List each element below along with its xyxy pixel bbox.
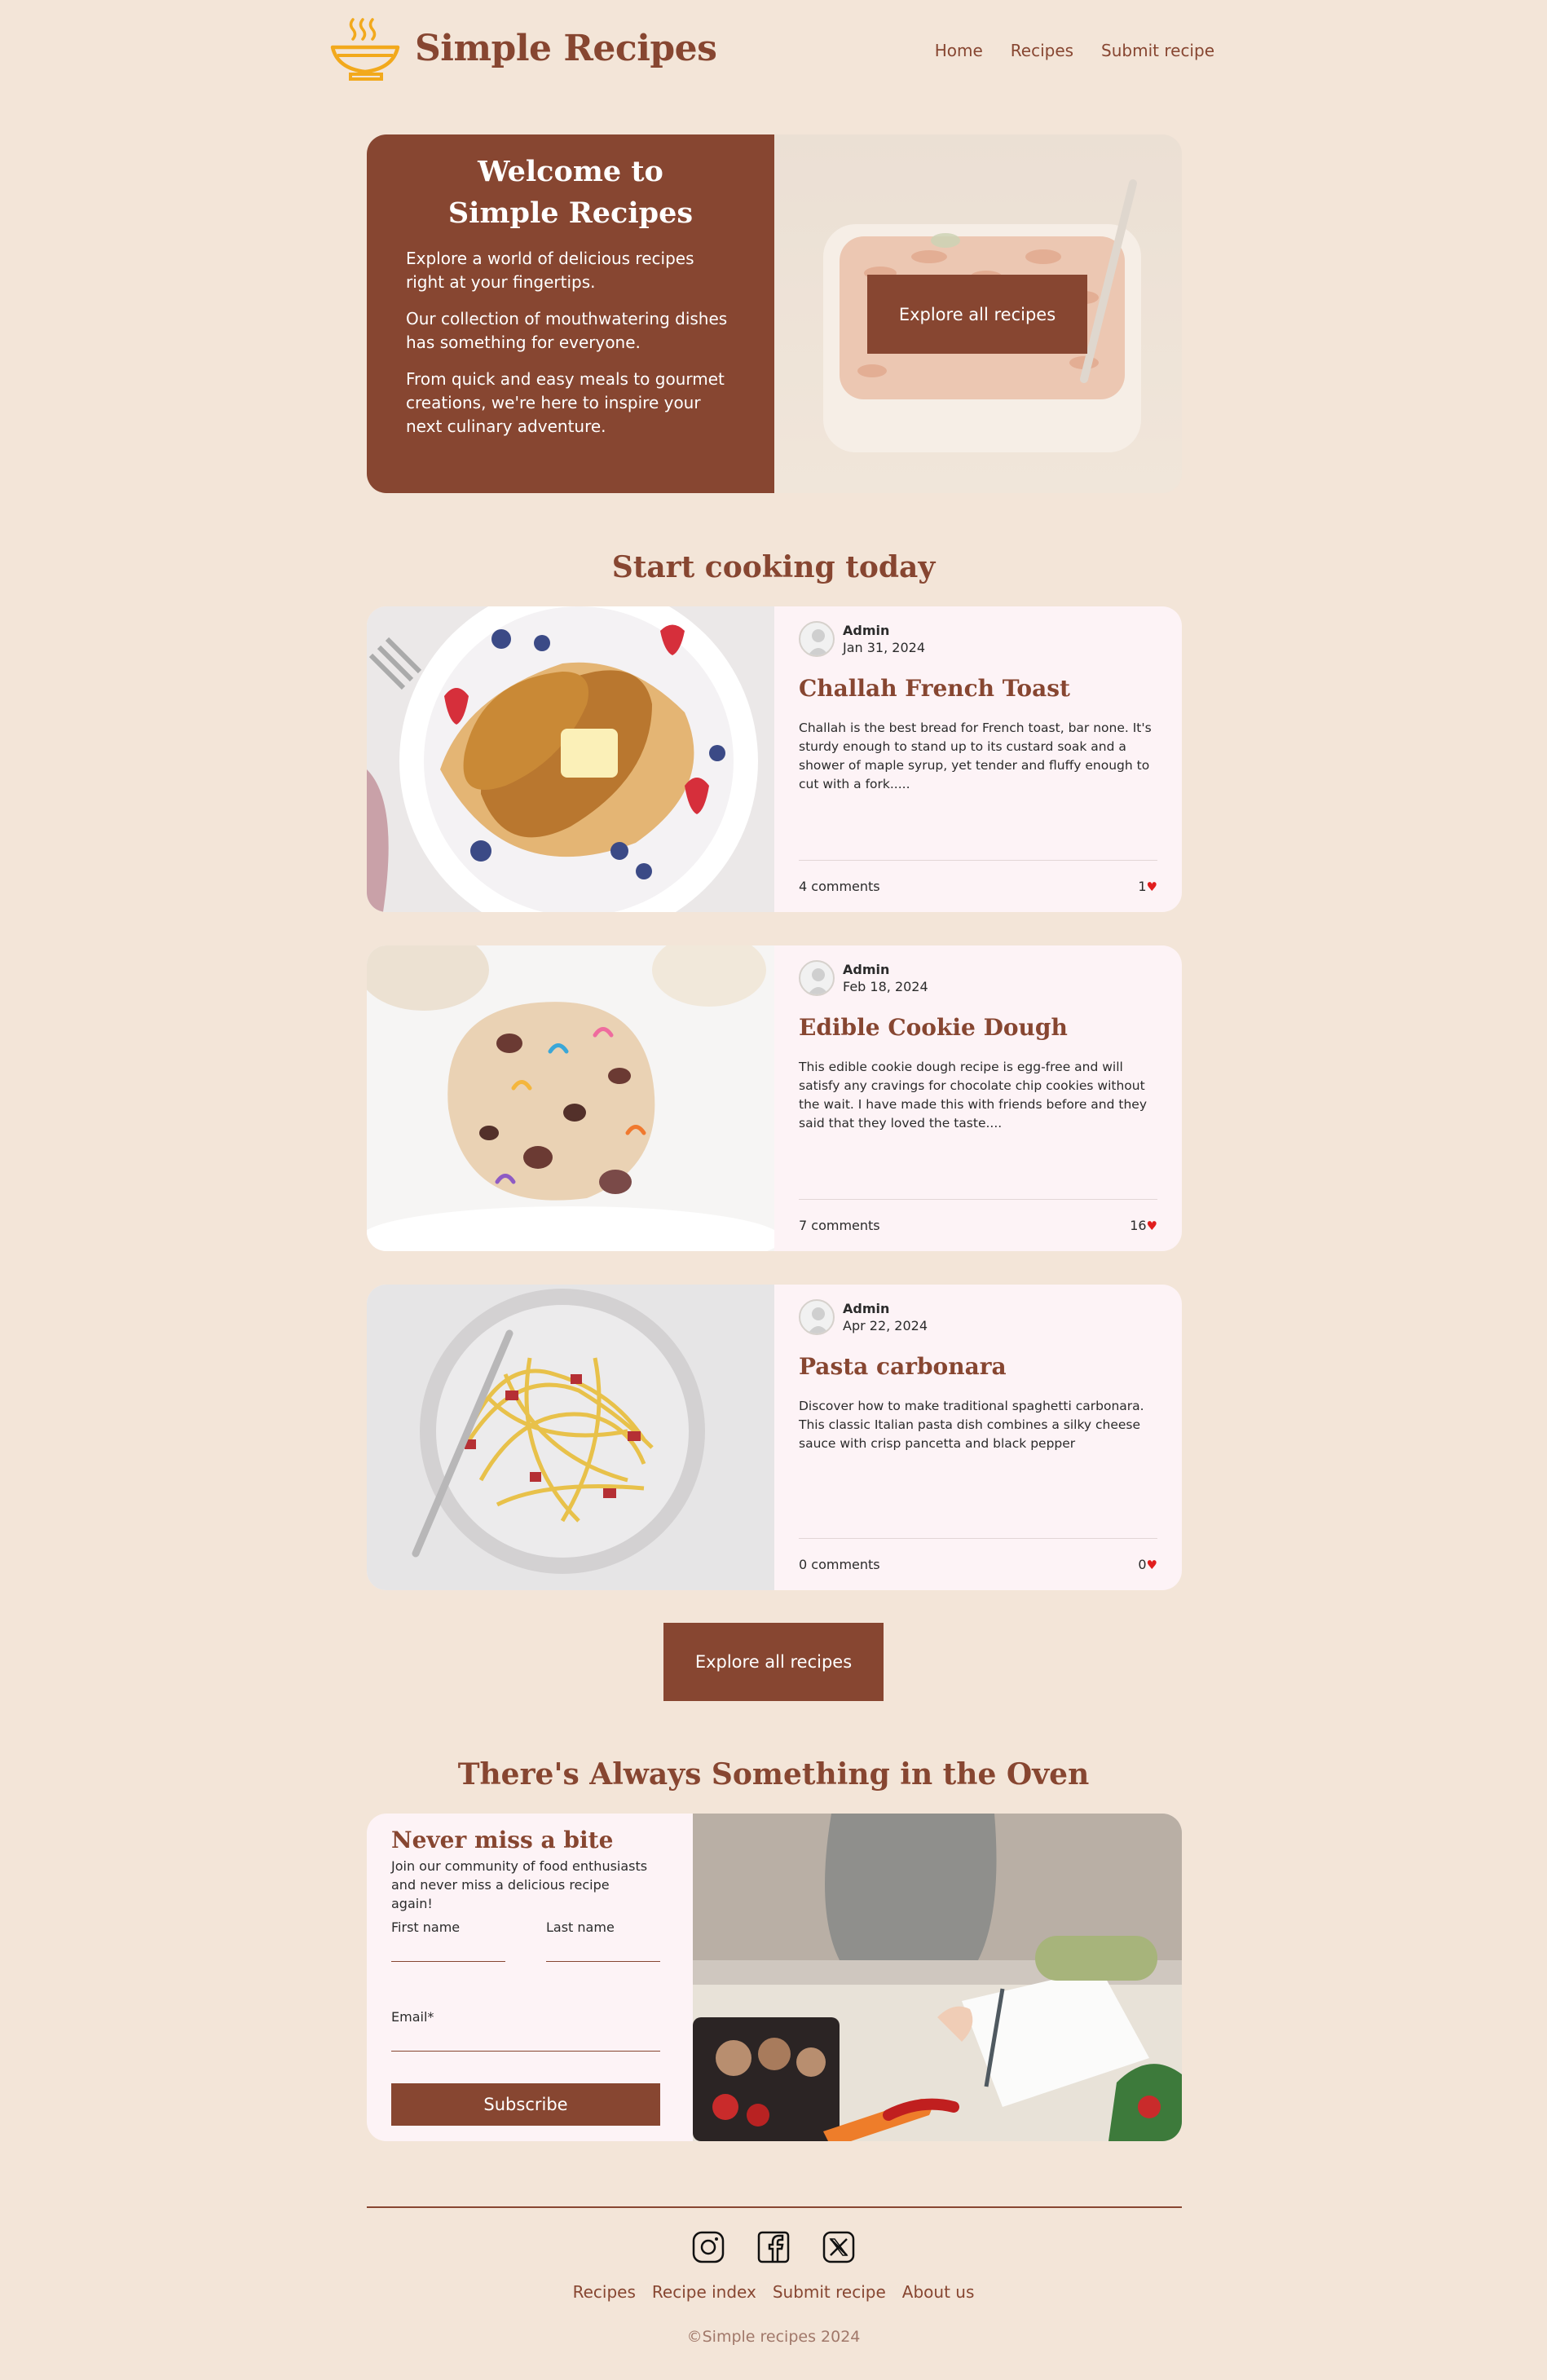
recipe-card-footer: 0 comments 0♥ — [799, 1538, 1157, 1590]
footer-nav: Recipes Recipe index Submit recipe About… — [0, 2282, 1547, 2302]
likes[interactable]: 0♥ — [1138, 1557, 1157, 1572]
footer-link-recipe-index[interactable]: Recipe index — [652, 2282, 756, 2302]
footer-divider — [367, 2206, 1182, 2208]
recipe-author: Admin Apr 22, 2024 — [799, 1299, 928, 1335]
post-date: Jan 31, 2024 — [843, 640, 925, 655]
x-icon[interactable] — [822, 2231, 855, 2263]
hero-title: Welcome to Simple Recipes — [406, 151, 735, 234]
recipe-card[interactable]: Admin Apr 22, 2024 Pasta carbonara Disco… — [367, 1285, 1182, 1590]
recipe-card-body: Admin Apr 22, 2024 Pasta carbonara Disco… — [774, 1285, 1182, 1590]
likes[interactable]: 16♥ — [1130, 1218, 1157, 1233]
nav-link-submit-recipe[interactable]: Submit recipe — [1101, 41, 1214, 60]
first-name-label: First name — [391, 1919, 461, 1935]
heart-icon[interactable]: ♥ — [1147, 879, 1157, 894]
recipe-title[interactable]: Challah French Toast — [799, 675, 1070, 702]
french-toast-image — [367, 606, 774, 912]
facebook-icon[interactable] — [757, 2231, 790, 2263]
likes-count: 0 — [1138, 1557, 1147, 1572]
main-nav: Home Recipes Submit recipe — [935, 41, 1214, 60]
recipe-card-footer: 7 comments 16♥ — [799, 1199, 1157, 1251]
subscribe-button[interactable]: Subscribe — [391, 2083, 660, 2126]
avatar — [799, 1299, 835, 1335]
recipe-card-image[interactable] — [367, 1285, 774, 1590]
recipe-excerpt: This edible cookie dough recipe is egg-f… — [799, 1060, 1147, 1130]
recipe-card-image[interactable] — [367, 606, 774, 912]
post-date: Apr 22, 2024 — [843, 1318, 928, 1333]
nav-link-recipes[interactable]: Recipes — [1011, 41, 1073, 60]
recipes-section-title: Start cooking today — [611, 550, 936, 584]
recipe-author: Admin Jan 31, 2024 — [799, 621, 925, 657]
footer-link-recipes[interactable]: Recipes — [573, 2282, 636, 2302]
recipe-card[interactable]: Admin Jan 31, 2024 Challah French Toast … — [367, 606, 1182, 912]
avatar — [799, 621, 835, 657]
hero-paragraph: Our collection of mouthwatering dishes h… — [406, 309, 728, 352]
heart-icon[interactable]: ♥ — [1147, 1219, 1157, 1233]
avatar — [799, 960, 835, 996]
hero-title-line2: Simple Recipes — [447, 196, 694, 230]
recipe-title[interactable]: Edible Cookie Dough — [799, 1014, 1068, 1041]
first-name-field[interactable] — [391, 1937, 505, 1962]
recipe-excerpt: Discover how to make traditional spaghet… — [799, 1399, 1144, 1451]
heart-icon[interactable]: ♥ — [1147, 1558, 1157, 1572]
comments-count[interactable]: 0 comments — [799, 1557, 880, 1572]
newsletter-section-title: There's Always Something in the Oven — [457, 1757, 1090, 1792]
hero-paragraph: From quick and easy meals to gourmet cre… — [406, 369, 725, 436]
newsletter-form: Never miss a bite Join our community of … — [367, 1814, 693, 2141]
hero-text-panel: Welcome to Simple Recipes Explore a worl… — [367, 134, 774, 493]
recipe-card[interactable]: Admin Feb 18, 2024 Edible Cookie Dough T… — [367, 945, 1182, 1251]
likes-count: 1 — [1138, 879, 1147, 894]
copyright: ©Simple recipes 2024 — [686, 2328, 861, 2346]
social-links — [0, 2231, 1547, 2263]
recipe-excerpt: Challah is the best bread for French toa… — [799, 721, 1152, 791]
instagram-icon[interactable] — [692, 2231, 725, 2263]
newsletter-card: Never miss a bite Join our community of … — [367, 1814, 1182, 2141]
site-title[interactable]: Simple Recipes — [415, 28, 717, 69]
nav-link-home[interactable]: Home — [935, 41, 983, 60]
newsletter-subtitle: Join our community of food enthusiasts a… — [391, 1858, 648, 1911]
hero-paragraph: Explore a world of delicious recipes rig… — [406, 249, 694, 292]
explore-all-recipes-button[interactable]: Explore all recipes — [663, 1623, 884, 1701]
likes-count: 16 — [1130, 1218, 1147, 1233]
author-name: Admin — [843, 1301, 890, 1316]
footer-link-submit-recipe[interactable]: Submit recipe — [773, 2282, 886, 2302]
hero-image: Explore all recipes — [774, 134, 1182, 493]
email-field[interactable] — [391, 2027, 660, 2052]
hero-banner: Welcome to Simple Recipes Explore a worl… — [367, 134, 1182, 493]
author-name: Admin — [843, 962, 890, 977]
cooking-notes-image — [693, 1814, 1182, 2141]
recipe-card-footer: 4 comments 1♥ — [799, 860, 1157, 912]
comments-count[interactable]: 7 comments — [799, 1218, 880, 1233]
hero-explore-button[interactable]: Explore all recipes — [867, 275, 1087, 354]
recipe-card-body: Admin Feb 18, 2024 Edible Cookie Dough T… — [774, 945, 1182, 1251]
hero-title-line1: Welcome to — [478, 155, 663, 188]
pasta-carbonara-image — [367, 1285, 774, 1590]
newsletter-title: Never miss a bite — [391, 1827, 614, 1853]
post-date: Feb 18, 2024 — [843, 979, 928, 994]
recipe-title[interactable]: Pasta carbonara — [799, 1353, 1007, 1380]
soup-bowl-logo-icon[interactable] — [330, 15, 403, 83]
site-header: Simple Recipes Home Recipes Submit recip… — [330, 15, 1214, 93]
likes[interactable]: 1♥ — [1138, 879, 1157, 894]
email-label: Email* — [391, 2009, 434, 2025]
recipe-card-image[interactable] — [367, 945, 774, 1251]
comments-count[interactable]: 4 comments — [799, 879, 880, 894]
footer-link-about-us[interactable]: About us — [902, 2282, 975, 2302]
recipe-author: Admin Feb 18, 2024 — [799, 960, 928, 996]
author-name: Admin — [843, 623, 890, 638]
newsletter-image — [693, 1814, 1182, 2141]
last-name-label: Last name — [546, 1919, 615, 1935]
cookie-dough-image — [367, 945, 774, 1251]
recipe-card-body: Admin Jan 31, 2024 Challah French Toast … — [774, 606, 1182, 912]
last-name-field[interactable] — [546, 1937, 660, 1962]
